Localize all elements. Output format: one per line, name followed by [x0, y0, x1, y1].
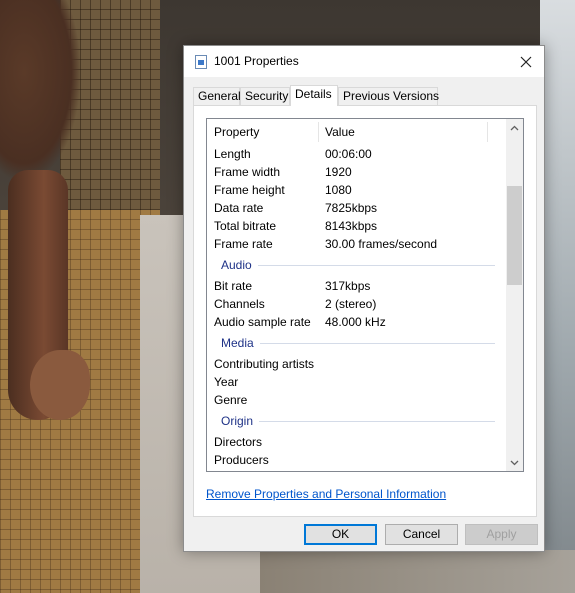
background-bottom-surface: [260, 550, 575, 593]
list-item[interactable]: Total bitrate 8143kbps: [207, 217, 505, 235]
property-value: 8143kbps: [325, 219, 378, 233]
tab-details[interactable]: Details: [290, 85, 338, 106]
group-divider: [221, 421, 495, 422]
property-name: Bit rate: [214, 279, 253, 293]
list-item[interactable]: Year: [207, 373, 505, 391]
property-name: Audio sample rate: [214, 315, 311, 329]
list-item[interactable]: Audio sample rate 48.000 kHz: [207, 313, 505, 331]
property-name: Producers: [214, 453, 269, 467]
apply-button[interactable]: Apply: [465, 524, 538, 545]
property-name: Frame height: [214, 183, 285, 197]
property-rows: Length 00:06:00 Frame width 1920 Frame hei…: [207, 145, 505, 469]
list-item[interactable]: Genre: [207, 391, 505, 409]
list-item[interactable]: Length 00:06:00: [207, 145, 505, 163]
group-title: Media: [221, 335, 260, 351]
list-item[interactable]: Bit rate 317kbps: [207, 277, 505, 295]
property-value: 30.00 frames/second: [325, 237, 438, 251]
background-right-surface: [540, 0, 575, 593]
scroll-down-button[interactable]: [506, 454, 523, 471]
group-title: Origin: [221, 413, 260, 429]
list-item[interactable]: Contributing artists: [207, 355, 505, 373]
property-name: Year: [214, 375, 239, 389]
property-value: 317kbps: [325, 279, 371, 293]
chevron-up-icon: [510, 125, 519, 130]
property-value: 1080: [325, 183, 352, 197]
property-name: Channels: [214, 297, 265, 311]
close-icon: [520, 56, 532, 67]
property-name: Contributing artists: [214, 357, 315, 371]
close-button[interactable]: [508, 46, 544, 77]
property-value: 48.000 kHz: [325, 315, 386, 329]
list-item[interactable]: Frame rate 30.00 frames/second: [207, 235, 505, 253]
properties-list[interactable]: Property Value Length 00:06:00 Frame widt…: [206, 118, 524, 472]
property-value: 2 (stereo): [325, 297, 377, 311]
group-divider: [221, 343, 495, 344]
tab-security[interactable]: Security: [240, 87, 290, 105]
column-header-value[interactable]: Value: [318, 119, 488, 147]
properties-dialog: 1001 Properties General Security Details…: [183, 45, 545, 552]
list-item[interactable]: Frame width 1920: [207, 163, 505, 181]
group-divider: [221, 265, 495, 266]
tab-general[interactable]: General: [193, 87, 241, 105]
property-value: 00:06:00: [325, 147, 372, 161]
property-name: Frame width: [214, 165, 281, 179]
group-header-origin: Origin: [207, 409, 505, 433]
scrollbar-thumb[interactable]: [507, 186, 522, 285]
cancel-button[interactable]: Cancel: [385, 524, 458, 545]
property-name: Frame rate: [214, 237, 273, 251]
group-title: Audio: [221, 257, 258, 273]
property-value: 1920: [325, 165, 352, 179]
background-foot: [30, 350, 90, 420]
group-header-media: Media: [207, 331, 505, 355]
property-name: Genre: [214, 393, 248, 407]
chevron-down-icon: [510, 460, 519, 465]
list-item[interactable]: Frame height 1080: [207, 181, 505, 199]
window-title: 1001 Properties: [214, 54, 299, 68]
property-name: Directors: [214, 435, 263, 449]
property-name: Total bitrate: [214, 219, 277, 233]
details-panel: Property Value Length 00:06:00 Frame widt…: [193, 105, 537, 517]
list-item[interactable]: Channels 2 (stereo): [207, 295, 505, 313]
list-item[interactable]: Producers: [207, 451, 505, 469]
property-value: 7825kbps: [325, 201, 378, 215]
list-item[interactable]: Directors: [207, 433, 505, 451]
ok-button[interactable]: OK: [304, 524, 377, 545]
list-item[interactable]: Data rate 7825kbps: [207, 199, 505, 217]
column-header-property[interactable]: Property: [207, 119, 315, 147]
group-header-audio: Audio: [207, 253, 505, 277]
scroll-up-button[interactable]: [506, 119, 523, 136]
remove-properties-link[interactable]: Remove Properties and Personal Informati…: [206, 487, 446, 501]
file-icon: [195, 55, 207, 69]
property-name: Length: [214, 147, 251, 161]
background-figure: [0, 0, 80, 180]
title-bar[interactable]: 1001 Properties: [184, 46, 544, 77]
vertical-scrollbar[interactable]: [506, 119, 523, 471]
column-separator[interactable]: [487, 122, 488, 142]
tab-previous-versions[interactable]: Previous Versions: [338, 87, 439, 105]
property-name: Data rate: [214, 201, 264, 215]
